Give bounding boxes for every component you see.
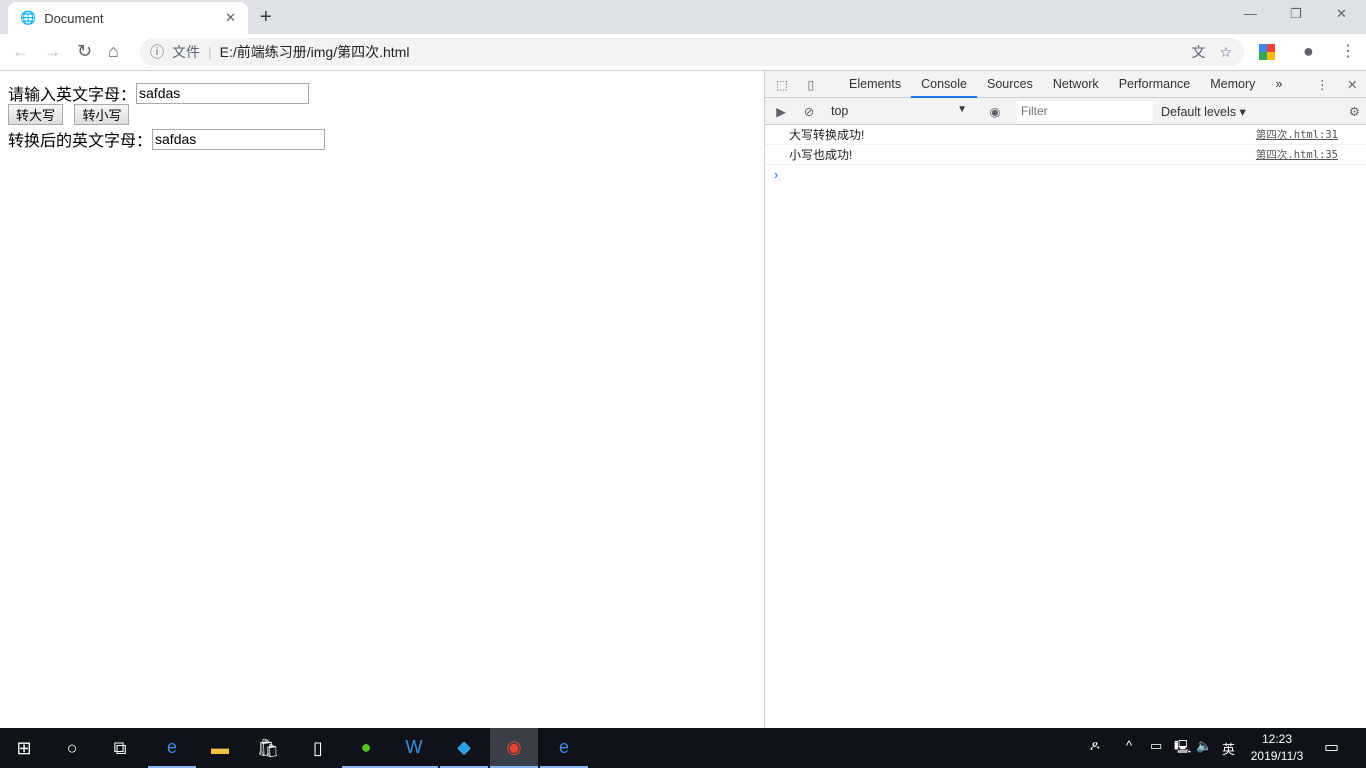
message-text: 大写转换成功! [789,128,865,142]
more-tabs-icon[interactable]: » [1265,71,1292,98]
battery-icon[interactable]: ▭ [1150,738,1162,754]
task-view-icon[interactable]: ⧉ [96,728,144,768]
device-toolbar-icon[interactable]: ▯ [799,77,823,92]
back-icon[interactable]: ← [12,42,29,62]
tab-title: Document [44,10,104,26]
translate-icon[interactable]: 文 [1191,42,1205,62]
show-hidden-icons-chevron-icon[interactable]: ^ [1126,738,1132,753]
context-value: top [831,104,849,118]
letters-input[interactable] [136,82,310,104]
tab-performance[interactable]: Performance [1109,71,1201,98]
vscode-icon[interactable]: ◆ [440,728,488,768]
bookmark-star-icon[interactable]: ☆ [1219,44,1232,61]
url-text[interactable]: E:/前端练习册/img/第四次.html [220,42,410,62]
tab-sources[interactable]: Sources [977,71,1043,98]
message-source-link[interactable]: 第四次.html:35 [1256,147,1338,162]
forward-icon[interactable]: → [44,42,61,62]
volume-icon[interactable]: 🔈 [1196,738,1212,754]
ime-indicator[interactable]: 英 [1222,739,1235,758]
close-window-button[interactable]: ✕ [1336,6,1347,22]
browser-toolbar: ← → ↻ ⌂ ⓘ 文件 | E:/前端练习册/img/第四次.html 文 ☆… [0,34,1366,71]
to-lower-button[interactable]: 转小写 [74,104,130,125]
chrome-icon[interactable]: ◉ [490,728,538,768]
new-tab-button[interactable]: + [260,6,272,29]
inspect-element-icon[interactable]: ⬚ [765,77,799,92]
to-upper-button[interactable]: 转大写 [8,104,64,125]
log-levels-select[interactable]: Default levels ▾ [1161,104,1246,119]
console-message: 大写转换成功! 第四次.html:31 [765,125,1366,145]
tab-elements[interactable]: Elements [839,71,911,98]
tab-strip: 🌐 Document ✕ + — ❐ ✕ [0,0,1366,34]
sidebar-toggle-icon[interactable]: ▶ [765,104,797,119]
close-tab-icon[interactable]: ✕ [225,10,236,26]
store-icon[interactable]: 🛍 [244,728,292,768]
clear-console-icon[interactable]: ⊘ [797,104,821,119]
devtools-menu-icon[interactable]: ⋮ [1312,77,1332,92]
console-filter-input[interactable] [1017,101,1153,121]
extension-icon[interactable] [1259,44,1275,60]
globe-icon: 🌐 [20,10,37,25]
profile-icon[interactable]: ● [1303,41,1314,62]
home-icon[interactable]: ⌂ [108,41,119,62]
tab-console[interactable]: Console [911,71,977,98]
taskbar: ⊞ ○ ⧉ e ▬ 🛍 ▯ ● W ◆ ◉ e ዶ ^ ▭ 🖳 🔈 英 12:2… [0,728,1366,768]
tab-memory[interactable]: Memory [1200,71,1265,98]
output-label: 转换后的英文字母： [8,133,153,150]
message-text: 小写也成功! [789,148,853,162]
converted-output[interactable] [152,128,326,150]
address-bar[interactable]: ⓘ 文件 | E:/前端练习册/img/第四次.html 文 ☆ [140,38,1244,66]
input-label: 请输入英文字母： [8,87,137,104]
console-settings-icon[interactable]: ⚙ [1349,104,1360,119]
console-toolbar: ▶ ⊘ top▼ ◉ Default levels ▾ ⚙ [765,98,1366,125]
close-devtools-icon[interactable]: ✕ [1342,77,1362,92]
start-windows-icon[interactable]: ⊞ [0,728,48,768]
wechat-icon[interactable]: ● [342,728,390,768]
context-select[interactable]: top ▼ [831,104,967,118]
minimize-button[interactable]: — [1244,6,1257,21]
search-cortana-icon[interactable]: ○ [48,728,96,768]
tab-network[interactable]: Network [1043,71,1109,98]
people-icon[interactable]: ዶ [1090,738,1100,754]
clock-time: 12:23 [1261,732,1293,746]
ie-icon[interactable]: e [540,728,588,768]
reload-icon[interactable]: ↻ [77,41,92,62]
file-explorer-icon[interactable]: ▬ [196,728,244,768]
clock-date: 2019/11/3 [1250,749,1304,763]
network-icon[interactable]: 🖳 [1174,738,1191,760]
page-content: 请输入英文字母： 转大写 转小写 转换后的英文字母： [0,71,764,728]
console-prompt[interactable]: › [765,165,1366,185]
restore-button[interactable]: ❐ [1290,6,1302,22]
edge-icon[interactable]: e [148,728,196,768]
live-expression-eye-icon[interactable]: ◉ [983,104,1007,119]
wps-icon[interactable]: W [390,728,438,768]
notepad-icon[interactable]: ▯ [294,728,342,768]
console-message: 小写也成功! 第四次.html:35 [765,145,1366,165]
devtools-tabs: ⬚ ▯ Elements Console Sources Network Per… [765,71,1366,98]
clock[interactable]: 12:23 2019/11/3 [1244,731,1310,765]
action-center-icon[interactable]: ▭ [1324,737,1339,757]
menu-icon[interactable]: ⋮ [1340,41,1356,61]
scheme-label: 文件 [172,44,200,60]
info-icon: ⓘ [150,44,164,60]
devtools-panel: ⬚ ▯ Elements Console Sources Network Per… [764,71,1366,728]
message-source-link[interactable]: 第四次.html:31 [1256,127,1338,142]
browser-tab[interactable]: 🌐 Document ✕ [8,2,248,34]
